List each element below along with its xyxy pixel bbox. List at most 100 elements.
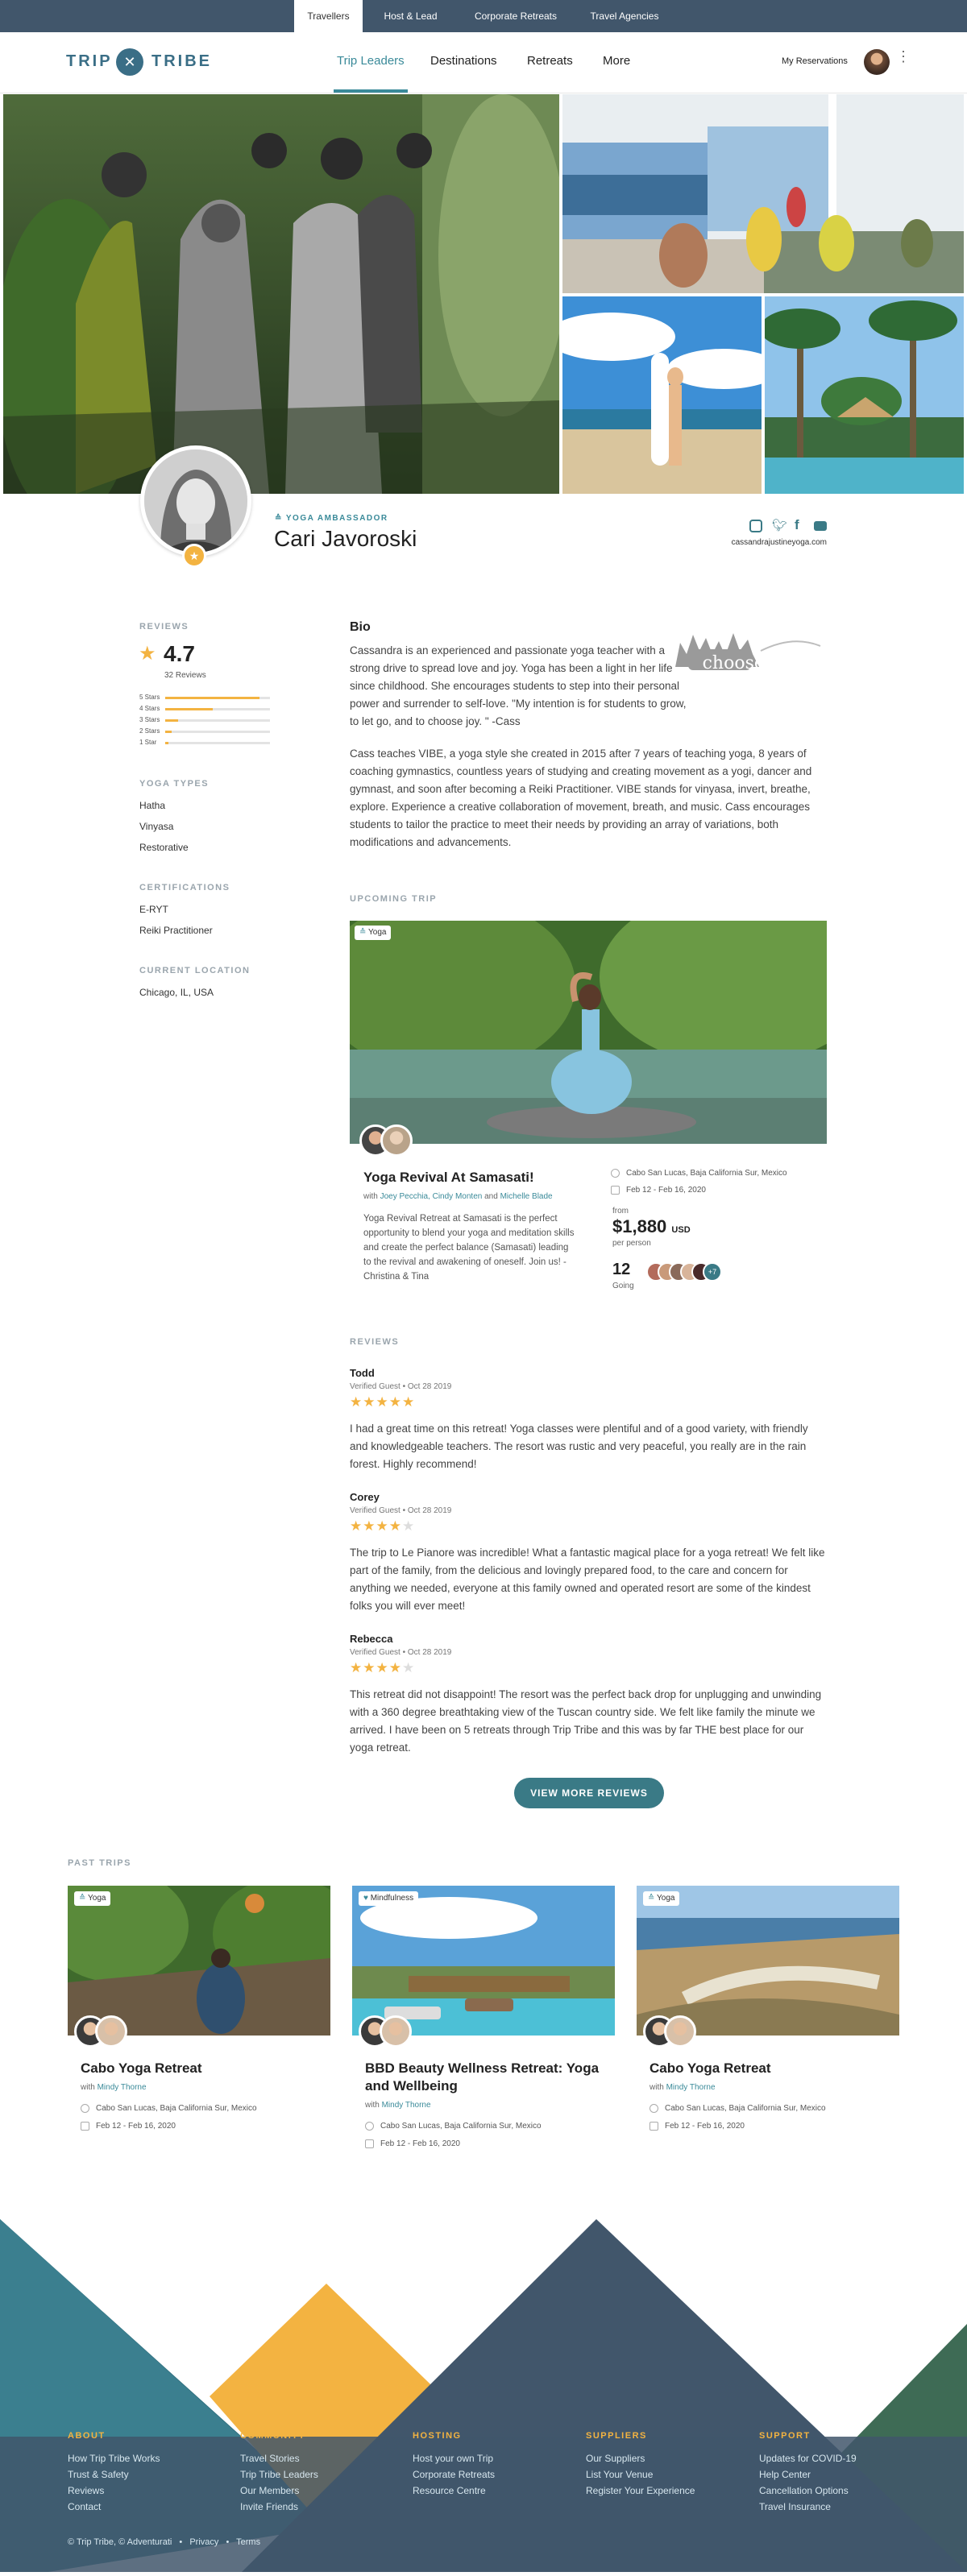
footer-link[interactable]: Our Members: [240, 2485, 299, 2496]
price-currency: USD: [671, 1225, 691, 1235]
leader-link[interactable]: Mindy Thorne: [666, 2083, 716, 2092]
twitter-icon[interactable]: 🐦︎: [772, 518, 787, 532]
hero-photo-hikers[interactable]: [3, 94, 559, 494]
hero-photo-palm-pool[interactable]: [765, 296, 964, 494]
nav-more[interactable]: More: [603, 54, 630, 68]
social-links: 🐦︎ f: [749, 517, 827, 534]
facebook-icon[interactable]: f: [795, 517, 799, 533]
price-from-label: from: [612, 1207, 629, 1216]
past-trip-image[interactable]: [68, 1886, 330, 2036]
star-icon: ★: [388, 1394, 402, 1410]
tab-host-lead[interactable]: Host & Lead: [372, 0, 449, 32]
leader-link[interactable]: Michelle Blade: [500, 1192, 553, 1201]
footer-link[interactable]: Invite Friends: [240, 2501, 298, 2512]
dates-text: Feb 12 - Feb 16, 2020: [380, 2139, 460, 2149]
privacy-link[interactable]: Privacy: [189, 2537, 218, 2547]
footer-link[interactable]: Cancellation Options: [759, 2485, 849, 2496]
footer-link[interactable]: How Trip Tribe Works: [68, 2453, 160, 2464]
past-trip-title[interactable]: Cabo Yoga Retreat: [81, 2060, 322, 2077]
upcoming-trip-image[interactable]: [350, 921, 827, 1144]
going-count: 12: [612, 1261, 631, 1278]
certification-item: Reiki Practitioner: [139, 925, 213, 936]
hero-photo-yoga-class[interactable]: [562, 94, 964, 293]
past-trip-leader: with Mindy Thorne: [81, 2083, 147, 2092]
leader-avatar[interactable]: [380, 1124, 413, 1157]
leader-avatar[interactable]: [664, 2015, 696, 2048]
past-trip-image[interactable]: [352, 1886, 615, 2036]
my-reservations-link[interactable]: My Reservations: [782, 56, 848, 66]
active-tab-indicator: [334, 89, 408, 93]
location-text: Cabo San Lucas, Baja California Sur, Mex…: [96, 2104, 257, 2114]
footer-link[interactable]: Register Your Experience: [586, 2485, 695, 2496]
terms-link[interactable]: Terms: [236, 2537, 260, 2547]
logo-text-right: TRIBE: [151, 52, 212, 70]
footer-link[interactable]: Reviews: [68, 2485, 104, 2496]
view-more-reviews-button[interactable]: VIEW MORE REVIEWS: [514, 1778, 664, 1808]
past-trip-location: Cabo San Lucas, Baja California Sur, Mex…: [81, 2104, 257, 2113]
footer-link[interactable]: Trip Tribe Leaders: [240, 2469, 318, 2480]
yoga-types-heading: YOGA TYPES: [139, 779, 210, 789]
leader-link[interactable]: Mindy Thorne: [98, 2083, 147, 2092]
tab-travellers[interactable]: Travellers: [294, 0, 363, 32]
upcoming-trip-description: Yoga Revival Retreat at Samasati is the …: [363, 1214, 575, 1282]
footer-link[interactable]: Resource Centre: [413, 2485, 486, 2496]
tab-travel-agencies[interactable]: Travel Agencies: [580, 0, 669, 32]
footer-link[interactable]: Contact: [68, 2501, 101, 2512]
star-icon: ★: [363, 1518, 376, 1534]
star-icon: ★: [376, 1394, 389, 1410]
past-trips-heading: PAST TRIPS: [68, 1858, 131, 1868]
past-trip-title[interactable]: BBD Beauty Wellness Retreat: Yoga and We…: [365, 2060, 607, 2095]
footer-link[interactable]: Updates for COVID-19: [759, 2453, 857, 2464]
going-label: Going: [612, 1282, 634, 1290]
user-avatar[interactable]: [864, 49, 890, 75]
past-trip-title[interactable]: Cabo Yoga Retreat: [650, 2060, 891, 2077]
nav-destinations[interactable]: Destinations: [430, 54, 497, 68]
location-pin-icon: [81, 2104, 89, 2113]
overflow-menu-icon[interactable]: ⋮: [896, 49, 911, 64]
rating-bar: [165, 742, 270, 744]
youtube-icon[interactable]: [814, 521, 827, 531]
footer-link[interactable]: Our Suppliers: [586, 2453, 645, 2464]
star-icon: ★: [402, 1394, 416, 1410]
nav-trip-leaders[interactable]: Trip Leaders: [337, 54, 405, 68]
leader-avatar[interactable]: [95, 2015, 127, 2048]
footer-link[interactable]: Travel Insurance: [759, 2501, 831, 2512]
attendee-avatars[interactable]: +7: [646, 1262, 735, 1283]
heart-icon: ♥: [363, 1894, 368, 1903]
leader-avatar[interactable]: [380, 2015, 412, 2048]
location-text: Cabo San Lucas, Baja California Sur, Mex…: [380, 2122, 542, 2131]
hero-photo-surfer[interactable]: [562, 296, 762, 494]
with-label: with: [365, 2101, 380, 2110]
footer-legal: © Trip Tribe, © Adventurati • Privacy • …: [68, 2537, 261, 2547]
with-label: with: [363, 1192, 378, 1201]
footer-link[interactable]: Host your own Trip: [413, 2453, 493, 2464]
and-label: and: [484, 1192, 498, 1201]
upcoming-trip-title[interactable]: Yoga Revival At Samasati!: [363, 1169, 534, 1187]
website-link[interactable]: cassandrajustineyoga.com: [724, 538, 827, 547]
nav-retreats[interactable]: Retreats: [527, 54, 573, 68]
yoga-type-item: Vinyasa: [139, 821, 174, 832]
instagram-icon[interactable]: [749, 520, 762, 532]
tab-corporate-retreats[interactable]: Corporate Retreats: [463, 0, 568, 32]
star-icon: ★: [350, 1518, 363, 1534]
upcoming-trip-leaders: with Joey Pecchia, Cindy Monten and Mich…: [363, 1192, 553, 1201]
footer-link[interactable]: Trust & Safety: [68, 2469, 129, 2480]
rating-bar: [165, 731, 270, 733]
past-trip-leader: with Mindy Thorne: [650, 2083, 716, 2092]
leader-link[interactable]: Joey Pecchia, Cindy Monten: [380, 1192, 483, 1201]
footer-link[interactable]: List Your Venue: [586, 2469, 653, 2480]
rating-bar-fill: [165, 697, 259, 699]
review-rating: ★★★★★: [350, 1394, 415, 1410]
footer-column-heading: ABOUT: [68, 2431, 106, 2441]
footer-link[interactable]: Travel Stories: [240, 2453, 300, 2464]
yoga-icon: ≙: [359, 928, 367, 937]
past-trip-image[interactable]: [637, 1886, 899, 2036]
upcoming-trip-dates: Feb 12 - Feb 16, 2020: [611, 1186, 706, 1195]
star-icon: ★: [363, 1394, 376, 1410]
calendar-icon: [365, 2139, 374, 2148]
past-trip-dates: Feb 12 - Feb 16, 2020: [650, 2122, 745, 2131]
footer-link[interactable]: Help Center: [759, 2469, 811, 2480]
dates-text: Feb 12 - Feb 16, 2020: [665, 2122, 745, 2131]
footer-link[interactable]: Corporate Retreats: [413, 2469, 495, 2480]
leader-link[interactable]: Mindy Thorne: [382, 2101, 431, 2110]
